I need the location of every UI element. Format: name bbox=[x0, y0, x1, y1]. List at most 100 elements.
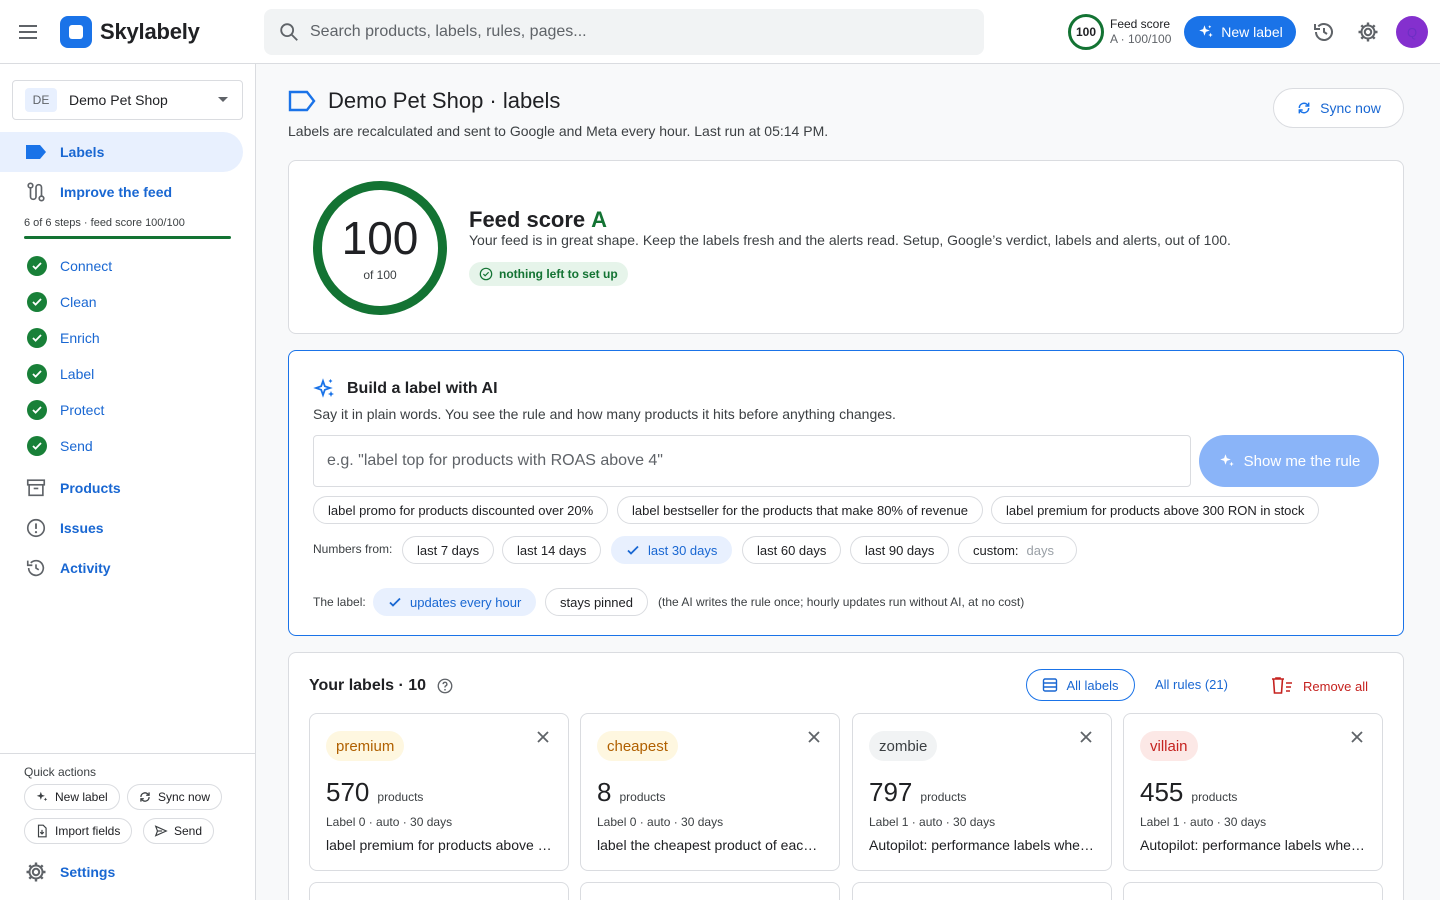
remove-all-button[interactable]: Remove all bbox=[1271, 677, 1368, 695]
range-60-days[interactable]: last 60 days bbox=[742, 536, 842, 564]
avatar[interactable]: Q bbox=[1396, 16, 1428, 48]
qa-new-label-button[interactable]: New label bbox=[24, 784, 120, 810]
ai-label-builder: Build a label with AI Say it in plain wo… bbox=[288, 350, 1404, 636]
mode-updates-hourly[interactable]: updates every hour bbox=[373, 588, 537, 616]
ai-builder-description: Say it in plain words. You see the rule … bbox=[313, 406, 896, 422]
check-circle-icon bbox=[27, 292, 47, 312]
show-rule-text: Show me the rule bbox=[1243, 452, 1361, 470]
app-logo[interactable]: Skylabely bbox=[60, 16, 200, 48]
tab-all-labels[interactable]: All labels bbox=[1026, 669, 1135, 701]
step-connect[interactable]: Connect bbox=[24, 252, 112, 280]
close-icon[interactable] bbox=[1350, 730, 1366, 746]
label-card-partial[interactable] bbox=[309, 882, 569, 900]
history-icon[interactable] bbox=[1312, 20, 1336, 44]
label-description: Autopilot: performance labels when the f… bbox=[1140, 837, 1368, 853]
step-label: Label bbox=[60, 366, 95, 382]
label-card-partial[interactable] bbox=[852, 882, 1112, 900]
close-icon[interactable] bbox=[1079, 730, 1095, 746]
sidebar-item-activity[interactable]: Activity bbox=[0, 548, 243, 588]
suggestion-chip[interactable]: label bestseller for the products that m… bbox=[617, 496, 984, 524]
label-card-partial[interactable] bbox=[580, 882, 840, 900]
feed-score-detail: A · 100/100 bbox=[1110, 32, 1172, 46]
range-90-days[interactable]: last 90 days bbox=[850, 536, 950, 564]
step-label: Clean bbox=[60, 294, 97, 310]
ai-builder-title: Build a label with AI bbox=[313, 377, 498, 401]
step-label: Protect bbox=[60, 402, 105, 418]
label-description: label premium for products above 300 RON… bbox=[326, 837, 554, 853]
label-meta: Label 0 · auto · 30 days bbox=[326, 815, 453, 829]
help-icon[interactable] bbox=[436, 677, 454, 695]
sparkle-icon bbox=[1218, 452, 1236, 470]
feed-score-summary[interactable]: 100 Feed score A · 100/100 bbox=[1068, 14, 1171, 50]
qa-send-button[interactable]: Send bbox=[143, 818, 215, 844]
range-30-days[interactable]: last 30 days bbox=[611, 536, 733, 564]
status-badge: nothing left to set up bbox=[469, 262, 628, 286]
menu-icon[interactable] bbox=[16, 20, 40, 44]
range-14-days[interactable]: last 14 days bbox=[502, 536, 602, 564]
shop-selector[interactable]: DE Demo Pet Shop bbox=[12, 80, 243, 120]
range-7-days[interactable]: last 7 days bbox=[402, 536, 495, 564]
feed-score-title-text: Feed score bbox=[469, 207, 586, 232]
sync-icon bbox=[1296, 100, 1312, 116]
suggestion-chip[interactable]: label promo for products discounted over… bbox=[313, 496, 609, 524]
labels-card: Your labels · 10 All labels All rules (2… bbox=[288, 652, 1404, 900]
label-card-partial[interactable] bbox=[1123, 882, 1383, 900]
mode-stays-pinned[interactable]: stays pinned bbox=[545, 588, 648, 616]
page-header: Demo Pet Shop · labels bbox=[288, 88, 560, 114]
labels-title-text: Your labels · 10 bbox=[309, 677, 427, 694]
feed-score-grade: A bbox=[591, 207, 608, 232]
new-label-button[interactable]: New label bbox=[1184, 16, 1296, 48]
close-icon[interactable] bbox=[807, 730, 823, 746]
tab-label: All labels bbox=[1066, 677, 1119, 693]
feed-score-ring: 100 bbox=[1068, 14, 1104, 50]
close-icon[interactable] bbox=[536, 730, 552, 746]
label-icon bbox=[24, 140, 48, 164]
sidebar-item-products[interactable]: Products bbox=[0, 468, 243, 508]
search-bar[interactable] bbox=[264, 9, 984, 55]
quick-actions: Quick actions New label Sync now Import … bbox=[0, 753, 255, 844]
sidebar: DE Demo Pet Shop Labels Improve the feed… bbox=[0, 64, 256, 900]
ai-builder-title-text: Build a label with AI bbox=[347, 380, 498, 397]
label-description: label the cheapest product of each categ… bbox=[597, 837, 825, 853]
steps-caption: 6 of 6 steps · feed score 100/100 bbox=[24, 217, 185, 229]
page-title: Demo Pet Shop · labels bbox=[328, 88, 561, 113]
feed-score-max: of 100 bbox=[363, 268, 397, 282]
step-label[interactable]: Label bbox=[24, 360, 94, 388]
label-description: Autopilot: performance labels when the f… bbox=[869, 837, 1097, 853]
status-badge-text: nothing left to set up bbox=[499, 267, 618, 281]
step-protect[interactable]: Protect bbox=[24, 396, 104, 424]
sidebar-item-label: Settings bbox=[60, 864, 116, 880]
label-card-zombie[interactable]: zombie 797 products Label 1 · auto · 30 d… bbox=[852, 713, 1112, 871]
step-enrich[interactable]: Enrich bbox=[24, 324, 100, 352]
tab-all-rules[interactable]: All rules (21) bbox=[1155, 677, 1228, 692]
new-label-text: New label bbox=[1221, 24, 1283, 40]
label-meta: Label 1 · auto · 30 days bbox=[1140, 815, 1267, 829]
sidebar-item-settings[interactable]: Settings bbox=[24, 860, 115, 884]
feed-score-card: 100 of 100 Feed score A Your feed is in g… bbox=[288, 160, 1404, 334]
label-card-premium[interactable]: premium 570 products Label 0 · auto · 30 … bbox=[309, 713, 569, 871]
step-label: Connect bbox=[60, 258, 113, 274]
search-input[interactable] bbox=[310, 23, 970, 41]
sidebar-item-issues[interactable]: Issues bbox=[0, 508, 243, 548]
qa-import-fields-button[interactable]: Import fields bbox=[24, 818, 133, 844]
check-circle-icon bbox=[27, 328, 47, 348]
qa-sync-now-button[interactable]: Sync now bbox=[127, 784, 223, 810]
show-rule-button[interactable]: Show me the rule bbox=[1199, 435, 1379, 487]
label-tag: cheapest bbox=[597, 731, 678, 761]
step-send[interactable]: Send bbox=[24, 432, 93, 460]
remove-all-text: Remove all bbox=[1303, 678, 1369, 694]
ai-prompt-input[interactable] bbox=[313, 435, 1191, 487]
step-clean[interactable]: Clean bbox=[24, 288, 97, 316]
label-card-villain[interactable]: villain 455 products Label 1 · auto · 30 … bbox=[1123, 713, 1383, 871]
range-custom-input[interactable]: custom: days bbox=[958, 536, 1077, 564]
sidebar-item-improve-feed[interactable]: Improve the feed bbox=[0, 172, 243, 212]
suggestion-chip[interactable]: label premium for products above 300 RON… bbox=[991, 496, 1320, 524]
label-tag: villain bbox=[1140, 731, 1198, 761]
sidebar-item-labels[interactable]: Labels bbox=[0, 132, 243, 172]
step-label: Send bbox=[60, 438, 93, 454]
list-icon bbox=[1042, 677, 1058, 693]
sync-now-button[interactable]: Sync now bbox=[1273, 88, 1404, 128]
gear-icon[interactable] bbox=[1356, 20, 1380, 44]
sparkle-icon bbox=[35, 790, 49, 804]
label-card-cheapest[interactable]: cheapest 8 products Label 0 · auto · 30 d… bbox=[580, 713, 840, 871]
